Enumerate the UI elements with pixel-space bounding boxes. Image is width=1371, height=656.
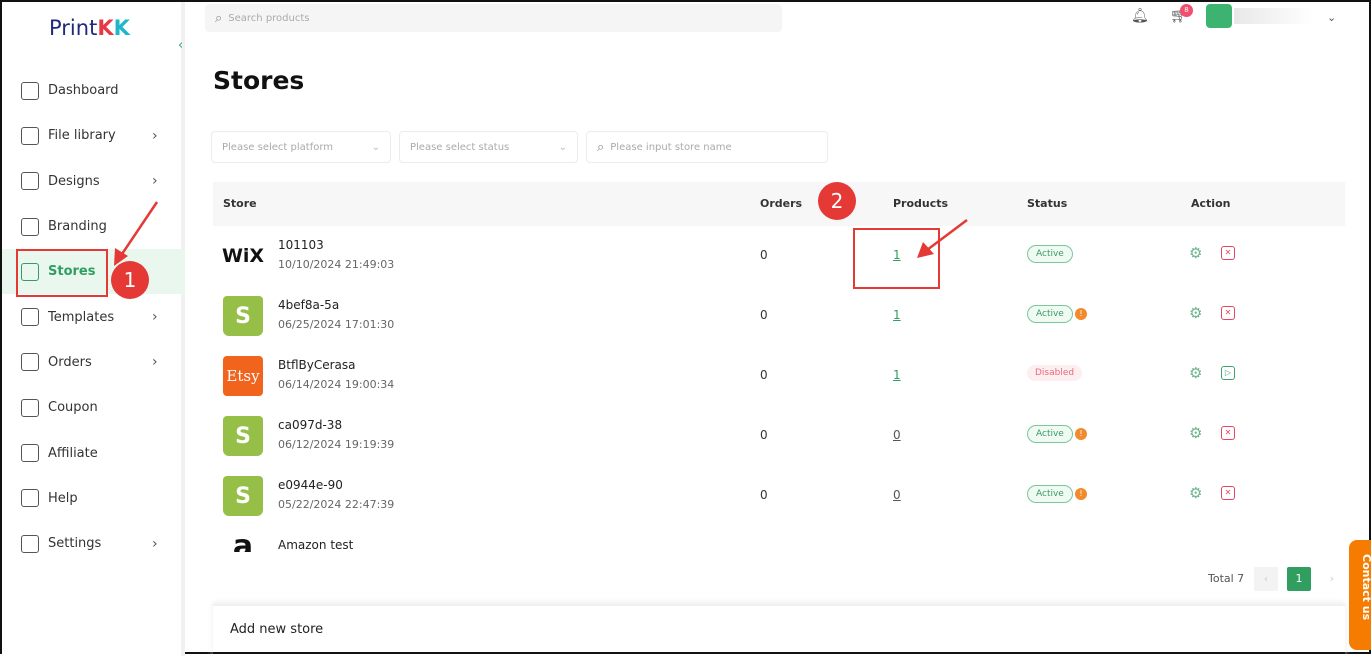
annotation-arrows <box>114 201 968 266</box>
annotation-step-1: 1 <box>111 261 149 299</box>
annotation-step-2: 2 <box>818 182 856 220</box>
